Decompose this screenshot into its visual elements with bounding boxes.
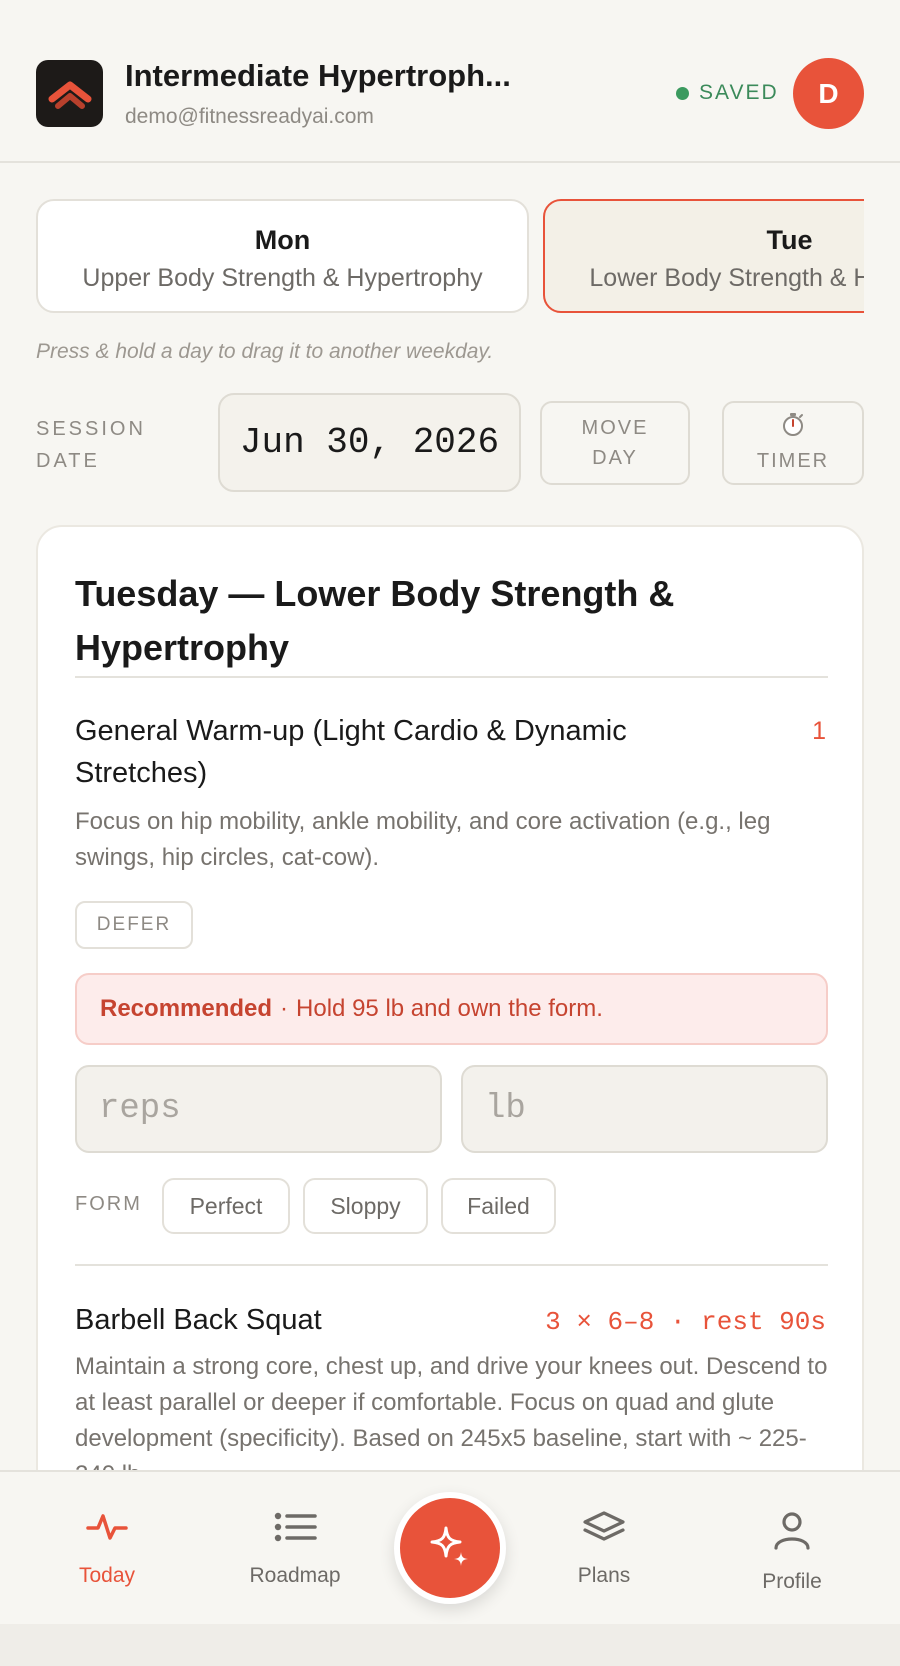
day-tab-name: Tue xyxy=(766,225,813,255)
nav-plans[interactable]: Plans xyxy=(534,1472,674,1626)
workout-title: Tuesday — Lower Body Strength & Hypertro… xyxy=(75,573,675,668)
move-day-button[interactable]: MOVE DAY xyxy=(540,401,690,485)
bottom-safe-area xyxy=(0,1624,900,1666)
weight-input[interactable]: lb xyxy=(461,1065,828,1153)
recommendation-banner: Recommended · Hold 95 lb and own the for… xyxy=(75,973,828,1045)
form-sloppy-button[interactable]: Sloppy xyxy=(303,1178,428,1234)
plan-title: Intermediate Hypertroph... xyxy=(125,58,511,93)
day-tab-focus: Upper Body Strength & Hypertrophy xyxy=(82,264,483,292)
day-tabs: Mon Upper Body Strength & Hypertrophy Tu… xyxy=(36,199,864,314)
timer-button[interactable]: TIMER xyxy=(722,401,864,485)
divider xyxy=(75,1264,828,1266)
avatar[interactable]: D xyxy=(793,58,864,129)
stopwatch-icon xyxy=(780,411,806,446)
form-failed-button[interactable]: Failed xyxy=(441,1178,556,1234)
nav-roadmap[interactable]: Roadmap xyxy=(225,1472,365,1626)
exercise-name: General Warm-up (Light Cardio & Dynamic … xyxy=(75,715,627,789)
exercise-sets: 3 × 6–8 · rest 90s xyxy=(545,1307,826,1337)
nav-label: Profile xyxy=(762,1570,822,1593)
ai-assistant-button[interactable] xyxy=(394,1492,506,1604)
day-tab-tue[interactable]: Tue Lower Body Strength & Hypertrophy xyxy=(543,199,864,313)
recommendation-label: Recommended xyxy=(100,995,273,1022)
user-icon xyxy=(772,1510,812,1556)
recommendation-text: Hold 95 lb and own the form. xyxy=(296,995,603,1022)
day-tab-name: Mon xyxy=(254,225,311,255)
app-header: Intermediate Hypertroph... demo@fitnessr… xyxy=(0,0,900,163)
nav-label: Roadmap xyxy=(249,1564,341,1587)
nav-today[interactable]: Today xyxy=(37,1472,177,1626)
form-label: FORM xyxy=(75,1193,142,1215)
save-status-label: SAVED xyxy=(699,81,779,104)
app-logo-icon xyxy=(36,60,103,127)
form-perfect-button[interactable]: Perfect xyxy=(162,1178,290,1234)
session-date-label: SESSION DATE xyxy=(36,418,146,472)
exercise-notes: Focus on hip mobility, ankle mobility, a… xyxy=(75,808,771,871)
reps-input[interactable]: reps xyxy=(75,1065,442,1153)
exercise-sets: 1 xyxy=(812,717,826,745)
sparkle-icon xyxy=(426,1522,474,1575)
save-status: SAVED xyxy=(676,81,779,105)
exercise-name: Barbell Back Squat xyxy=(75,1304,322,1336)
day-tab-focus: Lower Body Strength & Hypertrophy xyxy=(589,264,864,292)
drag-hint: Press & hold a day to drag it to another… xyxy=(36,340,494,363)
day-tab-mon[interactable]: Mon Upper Body Strength & Hypertrophy xyxy=(36,199,529,313)
activity-icon xyxy=(86,1510,128,1550)
divider xyxy=(75,676,828,678)
session-date-field[interactable]: Jun 30, 2026 xyxy=(218,393,521,492)
user-email: demo@fitnessreadyai.com xyxy=(125,105,374,128)
status-dot-icon xyxy=(676,86,689,100)
list-icon xyxy=(273,1510,317,1550)
defer-button[interactable]: DEFER xyxy=(75,901,193,949)
nav-profile[interactable]: Profile xyxy=(722,1472,862,1626)
nav-label: Today xyxy=(78,1564,136,1587)
nav-label: Plans xyxy=(577,1564,631,1587)
layers-icon xyxy=(582,1510,626,1550)
